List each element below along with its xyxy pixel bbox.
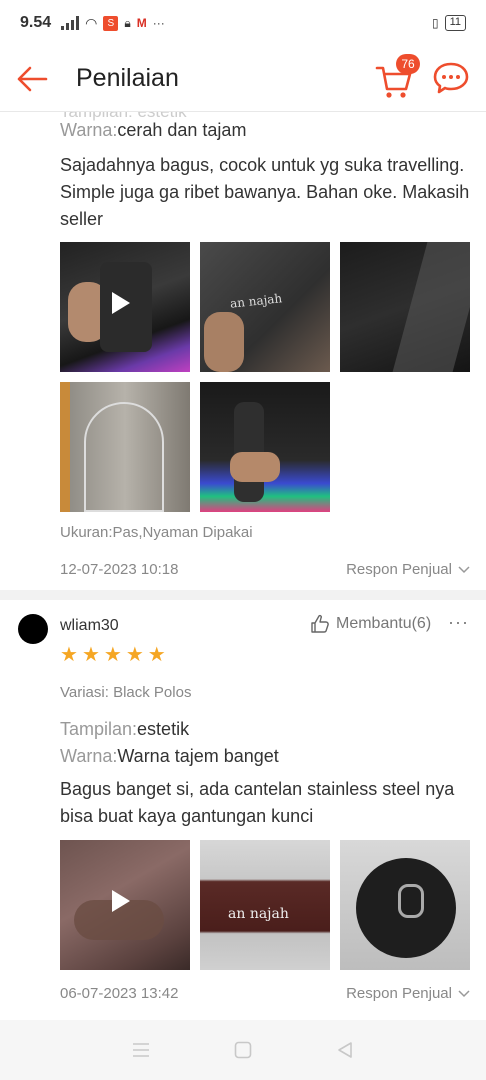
review-photo[interactable] <box>340 840 470 970</box>
chevron-down-icon <box>458 565 470 573</box>
chevron-down-icon <box>458 989 470 997</box>
warna-label: Warna: <box>60 746 118 766</box>
review-photo[interactable]: an najah <box>200 242 330 372</box>
shopee-notif-icon: S <box>103 15 119 31</box>
home-icon[interactable] <box>234 1041 252 1059</box>
status-bar: 9.54 ◠ S 🔒︎ M ··· ▯ 11 <box>0 0 486 46</box>
app-bar: Penilaian 76 <box>0 46 486 112</box>
review-color-attribute: Warna:cerah dan tajam <box>60 120 246 141</box>
tampilan-label: Tampilan: <box>60 719 138 739</box>
logo-print: an najah <box>229 291 283 311</box>
back-arrow-icon <box>17 66 48 91</box>
seller-response-toggle[interactable]: Respon Penjual <box>346 561 470 578</box>
lock-icon: 🔒︎ <box>124 15 131 30</box>
review-appearance-attribute: Tampilan:estetik <box>60 719 189 740</box>
star-icon: ★ <box>60 644 78 666</box>
gmail-icon: M <box>136 16 147 30</box>
star-icon: ★ <box>81 644 100 666</box>
review-comment: Sajadahnya bagus, cocok untuk yg suka tr… <box>60 155 470 229</box>
back-button[interactable] <box>0 46 64 112</box>
warna-value: cerah dan tajam <box>117 120 247 140</box>
reviews-list[interactable]: Tampilan: estetik Warna:cerah dan tajam … <box>0 112 486 1020</box>
more-notif-icon: ··· <box>152 16 165 30</box>
page-title: Penilaian <box>76 64 179 92</box>
respon-label: Respon Penjual <box>346 985 452 1002</box>
review-comment: Bagus banget si, ada cantelan stainless … <box>60 779 455 826</box>
signal-icon <box>61 16 80 30</box>
review-divider <box>0 590 486 600</box>
cart-badge: 76 <box>396 54 420 74</box>
tampilan-value: estetik <box>137 719 190 739</box>
respon-label: Respon Penjual <box>346 561 452 578</box>
reviewer-username: wliam30 <box>60 617 119 634</box>
review-photo[interactable] <box>200 382 330 512</box>
more-icon[interactable]: ··· <box>448 612 469 633</box>
star-icon: ★ <box>125 644 144 666</box>
logo-print: an najah <box>228 906 289 922</box>
helpful-button[interactable]: Membantu(6) <box>310 614 431 634</box>
review-video-thumbnail[interactable] <box>60 840 190 970</box>
warna-label: Warna: <box>60 120 118 140</box>
review-variant: Variasi: Black Polos <box>60 684 192 701</box>
system-nav-bar <box>0 1020 486 1080</box>
chat-icon <box>433 62 469 94</box>
review-photo[interactable] <box>60 382 190 512</box>
seller-response-toggle[interactable]: Respon Penjual <box>346 985 470 1002</box>
review-photo[interactable]: an najah <box>200 840 330 970</box>
play-icon <box>112 292 130 314</box>
warna-value: Warna tajem banget <box>117 746 279 766</box>
status-time: 9.54 <box>20 14 52 31</box>
chat-button[interactable] <box>432 60 472 100</box>
cart-button[interactable]: 76 <box>372 54 420 102</box>
star-icon: ★ <box>147 644 166 666</box>
rating-stars: ★ ★ ★ ★ ★ <box>60 645 166 665</box>
wifi-icon: ◠ <box>85 14 98 31</box>
menu-icon[interactable] <box>132 1042 150 1058</box>
review-date: 12-07-2023 10:18 <box>60 561 179 578</box>
helpful-label: Membantu(6) <box>336 615 432 632</box>
vibrate-icon: ▯ <box>431 16 439 30</box>
review-video-thumbnail[interactable] <box>60 242 190 372</box>
star-icon: ★ <box>103 644 122 666</box>
review-size-attribute: Ukuran:Pas,Nyaman Dipakai <box>60 524 253 541</box>
avatar[interactable] <box>18 614 48 644</box>
battery-icon: 11 <box>444 15 466 31</box>
thumbs-up-icon <box>311 614 329 633</box>
review-photo[interactable] <box>340 242 470 372</box>
review-date: 06-07-2023 13:42 <box>60 985 179 1002</box>
review-color-attribute: Warna:Warna tajem banget <box>60 746 279 767</box>
play-icon <box>112 890 130 912</box>
back-nav-icon[interactable] <box>336 1041 354 1059</box>
